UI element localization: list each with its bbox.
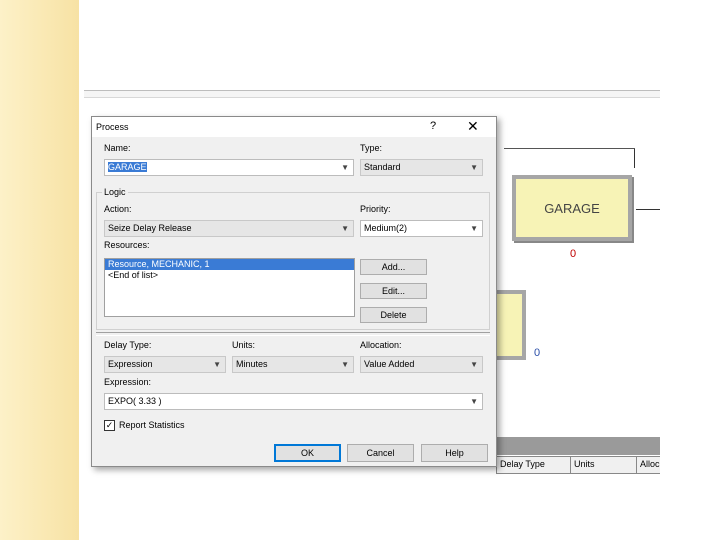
resources-label: Resources: <box>104 240 150 250</box>
dialog-titlebar: Process ? ✕ <box>92 117 496 137</box>
close-icon[interactable]: ✕ <box>467 118 479 135</box>
delete-button[interactable]: Delete <box>360 307 427 323</box>
checkmark-icon: ✓ <box>105 420 114 430</box>
edit-button[interactable]: Edit... <box>360 283 427 299</box>
allocation-value: Value Added <box>364 359 415 369</box>
other-module-count: 0 <box>534 347 541 359</box>
spreadsheet-column-headers: Delay Type Units Alloc <box>496 456 660 474</box>
logic-label: Logic <box>102 187 128 197</box>
ok-button[interactable]: OK <box>274 444 341 462</box>
chevron-down-icon[interactable]: ▼ <box>470 160 478 175</box>
action-value: Seize Delay Release <box>108 223 192 233</box>
help-icon[interactable]: ? <box>430 120 436 132</box>
module-label: GARAGE <box>544 200 600 216</box>
report-statistics-checkbox[interactable]: ✓ <box>104 420 115 431</box>
name-combo[interactable]: GARAGE ▼ <box>104 159 354 176</box>
dialog-title: Process <box>96 122 129 132</box>
delay-type-select[interactable]: Expression ▼ <box>104 356 226 373</box>
type-select[interactable]: Standard ▼ <box>360 159 483 176</box>
chevron-down-icon[interactable]: ▼ <box>470 394 478 409</box>
chevron-down-icon[interactable]: ▼ <box>213 357 221 372</box>
add-button[interactable]: Add... <box>360 259 427 275</box>
units-value: Minutes <box>236 359 268 369</box>
action-select[interactable]: Seize Delay Release ▼ <box>104 220 354 237</box>
expression-label: Expression: <box>104 377 152 387</box>
process-dialog: Process ? ✕ Name: GARAGE ▼ Type: Standar… <box>91 116 497 467</box>
resources-list[interactable]: Resource, MECHANIC, 1 <End of list> <box>104 258 355 317</box>
delay-type-label: Delay Type: <box>104 340 152 350</box>
list-item[interactable]: Resource, MECHANIC, 1 <box>105 259 354 270</box>
type-label: Type: <box>360 143 383 153</box>
type-value: Standard <box>364 162 401 172</box>
spreadsheet-header-bar <box>496 437 660 455</box>
column-header[interactable]: Units <box>570 457 636 473</box>
priority-label: Priority: <box>360 204 391 214</box>
expression-value: EXPO( 3.33 ) <box>108 396 162 406</box>
chevron-down-icon[interactable]: ▼ <box>341 160 349 175</box>
units-select[interactable]: Minutes ▼ <box>232 356 354 373</box>
connector-out <box>636 209 660 210</box>
report-statistics-label: Report Statistics <box>119 420 185 430</box>
canvas-ruler <box>84 90 660 98</box>
delay-type-value: Expression <box>108 359 153 369</box>
name-value: GARAGE <box>108 162 147 172</box>
divider <box>96 332 490 336</box>
module-count: 0 <box>570 248 577 260</box>
list-item[interactable]: <End of list> <box>105 270 354 281</box>
chevron-down-icon[interactable]: ▼ <box>470 221 478 236</box>
column-header[interactable]: Alloc <box>636 457 660 473</box>
allocation-label: Allocation: <box>360 340 402 350</box>
help-button[interactable]: Help <box>421 444 488 462</box>
garage-process-module[interactable]: GARAGE <box>512 175 632 241</box>
chevron-down-icon[interactable]: ▼ <box>470 357 478 372</box>
chevron-down-icon[interactable]: ▼ <box>341 357 349 372</box>
name-label: Name: <box>104 143 131 153</box>
cancel-button[interactable]: Cancel <box>347 444 414 462</box>
column-header[interactable]: Delay Type <box>496 457 570 473</box>
slide-accent-bar <box>0 0 79 540</box>
priority-select[interactable]: Medium(2) ▼ <box>360 220 483 237</box>
allocation-select[interactable]: Value Added ▼ <box>360 356 483 373</box>
action-label: Action: <box>104 204 132 214</box>
connector-top <box>504 148 635 149</box>
units-label: Units: <box>232 340 256 350</box>
expression-combo[interactable]: EXPO( 3.33 ) ▼ <box>104 393 483 410</box>
connector-vertical <box>634 148 635 168</box>
chevron-down-icon[interactable]: ▼ <box>341 221 349 236</box>
priority-value: Medium(2) <box>364 223 408 233</box>
